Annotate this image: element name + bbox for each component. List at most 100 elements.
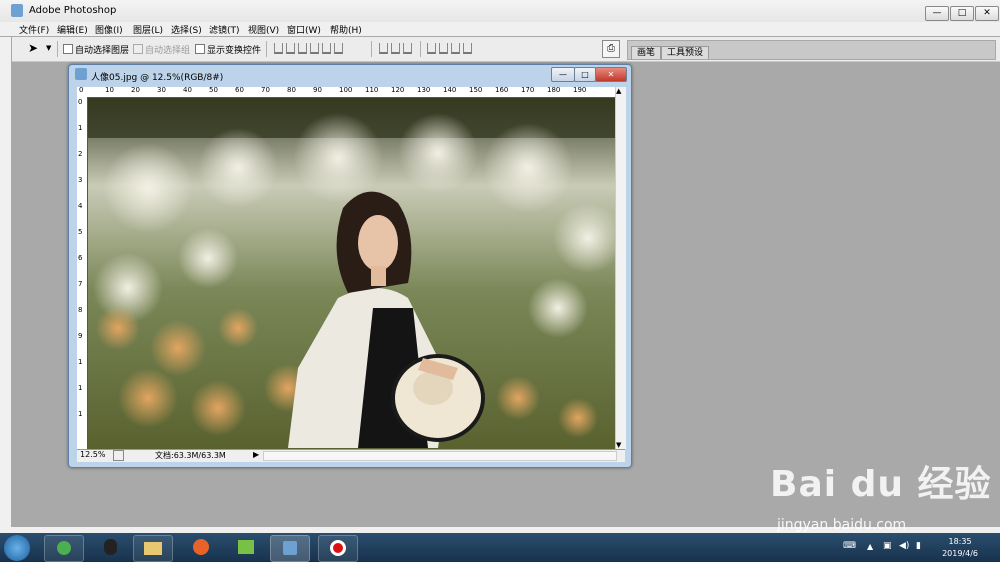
image-canvas[interactable] [88,98,615,449]
ruler-left-label: 1 [78,358,83,366]
auto-select-group-checkbox: 自动选择组 [133,43,190,56]
palette-well: 画笔 工具预设 [627,40,996,60]
menu-bar: 文件(F) 编辑(E) 图像(I) 图层(L) 选择(S) 滤镜(T) 视图(V… [0,22,1000,36]
ruler-top-label: 130 [417,86,431,94]
move-tool-icon[interactable]: ➤ [28,41,38,55]
ruler-left-label: 1 [78,410,83,418]
ruler-left-label: 4 [78,202,83,210]
auto-select-layer-label: 自动选择图层 [75,46,130,56]
divider [371,41,372,57]
ruler-top-label: 170 [521,86,535,94]
menu-file[interactable]: 文件(F) [19,23,49,36]
file-explorer-icon[interactable] [133,535,173,562]
ruler-left-label: 3 [78,176,83,184]
distribute-icons[interactable] [379,43,415,54]
horizontal-scrollbar[interactable] [263,451,617,461]
ruler-left-label: 1 [78,384,83,392]
divider [266,41,267,57]
zoom-level[interactable]: 12.5% [80,450,105,459]
ruler-left-label: 7 [78,280,83,288]
ruler-top-label: 140 [443,86,457,94]
app-title: Adobe Photoshop [29,5,117,16]
file-browser-icon[interactable]: ⎙ [602,40,620,58]
auto-select-group-label: 自动选择组 [145,46,191,56]
ruler-top-label: 100 [339,86,353,94]
ruler-top-label: 20 [131,86,140,94]
scroll-down-icon[interactable]: ▼ [616,441,621,449]
align-icons[interactable] [274,43,346,54]
vertical-scrollbar[interactable]: ▲ ▼ [615,87,626,449]
auto-select-layer-checkbox[interactable]: 自动选择图层 [63,43,129,56]
qq-icon[interactable] [92,535,130,560]
doc-minimize-button[interactable]: — [551,67,575,82]
menu-view[interactable]: 视图(V) [248,23,279,36]
ruler-left-label: 6 [78,254,83,262]
start-icon[interactable] [4,535,30,561]
ruler-top-label: 180 [547,86,561,94]
scroll-up-icon[interactable]: ▲ [616,87,621,95]
photoshop-icon[interactable] [270,535,310,562]
watermark-url: jingyan.baidu.com [777,517,907,533]
ruler-top-label: 160 [495,86,509,94]
ruler-top-label: 120 [391,86,405,94]
tab-tool-presets[interactable]: 工具预设 [661,46,710,59]
toolbox-edge [0,37,11,527]
recorder-icon[interactable] [318,535,358,562]
tray-expand-icon[interactable]: ▲ [867,542,873,551]
ruler-left-label: 0 [78,98,83,106]
ruler-top-label: 30 [157,86,166,94]
tray-app-icon[interactable]: ▣ [883,541,892,551]
ruler-left-label: 1 [78,124,83,132]
document-window: 人像05.jpg @ 12.5%(RGB/8#) — □ ✕ 0 10 20 30 40… [68,64,632,468]
firefox-icon[interactable] [182,535,220,560]
document-size: 文档:63.3M/63.3M [155,451,226,460]
ruler-top-label: 40 [183,86,192,94]
doc-maximize-button[interactable]: □ [574,67,596,82]
distribute-horizontal-icons[interactable] [427,43,475,54]
ruler-left-label: 5 [78,228,83,236]
portrait-photo [88,98,615,449]
document-title: 人像05.jpg @ 12.5%(RGB/8#) [91,73,224,83]
ruler-top-label: 90 [313,86,322,94]
clock-date: 2019/4/6 [942,549,978,558]
document-status-bar: 12.5% 文档:63.3M/63.3M ▶ [77,449,625,462]
taskbar: ⌨ ▲ ▣ ◀) ▮ 18:35 2019/4/6 [0,533,1000,562]
menu-edit[interactable]: 编辑(E) [57,23,88,36]
vertical-ruler[interactable]: 0 1 2 3 4 5 6 7 8 9 1 1 1 [77,97,88,449]
divider [57,41,58,57]
status-menu-icon[interactable] [113,450,124,461]
menu-layer[interactable]: 图层(L) [133,23,163,36]
show-transform-label: 显示变换控件 [207,46,262,56]
close-button[interactable]: ✕ [975,6,999,21]
menu-help[interactable]: 帮助(H) [330,23,362,36]
menu-window[interactable]: 窗口(W) [287,23,321,36]
tab-brushes[interactable]: 画笔 [631,46,662,59]
volume-icon[interactable]: ◀) [899,541,909,551]
ruler-top-label: 150 [469,86,483,94]
360-browser-icon[interactable] [44,535,84,562]
ruler-top-label: 0 [79,86,84,94]
video-editor-icon[interactable] [227,535,265,560]
keyboard-icon[interactable]: ⌨ [843,541,856,551]
ruler-left-label: 9 [78,332,83,340]
ruler-left-label: 8 [78,306,83,314]
menu-image[interactable]: 图像(I) [95,23,123,36]
ruler-top-label: 50 [209,86,218,94]
ruler-top-label: 70 [261,86,270,94]
app-title-bar: Adobe Photoshop — □ ✕ [0,0,1000,23]
chevron-down-icon[interactable]: ▼ [46,44,51,52]
network-icon[interactable]: ▮ [916,541,921,551]
system-clock[interactable]: 18:35 2019/4/6 [942,536,978,560]
doc-close-button[interactable]: ✕ [595,67,627,82]
horizontal-ruler[interactable]: 0 10 20 30 40 50 60 70 80 90 100 110 120 130 140 150 160… [77,86,615,98]
menu-select[interactable]: 选择(S) [171,23,202,36]
ruler-top-label: 10 [105,86,114,94]
divider [420,41,421,57]
clock-time: 18:35 [948,537,972,546]
status-arrow-icon[interactable]: ▶ [253,450,259,459]
show-transform-checkbox[interactable]: 显示变换控件 [195,43,261,56]
maximize-button[interactable]: □ [950,6,974,21]
minimize-button[interactable]: — [925,6,949,21]
ruler-top-label: 80 [287,86,296,94]
menu-filter[interactable]: 滤镜(T) [209,23,240,36]
